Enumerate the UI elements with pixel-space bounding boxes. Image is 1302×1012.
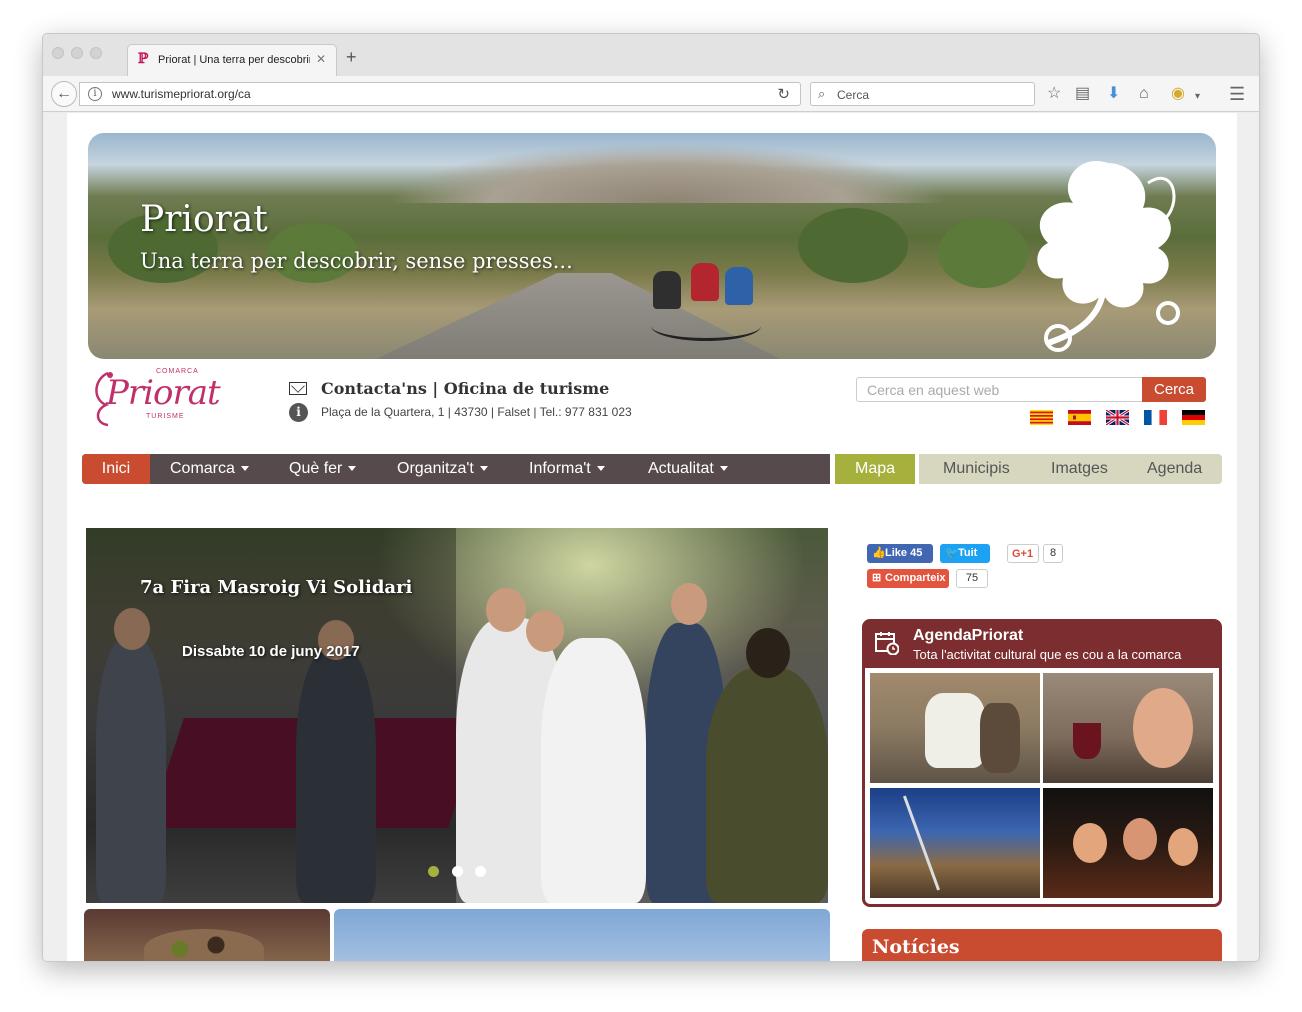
agenda-title: AgendaPriorat <box>913 627 1024 644</box>
main-navigation: Inici Comarca Què fer Organitza't Inform… <box>82 454 830 484</box>
banner-title: Priorat <box>140 199 268 240</box>
chevron-down-icon <box>719 466 728 472</box>
browser-search-input[interactable]: ⌕ Cerca <box>810 82 1035 106</box>
nav-informat[interactable]: Informa't <box>529 454 605 484</box>
logo-bottom-text: TURISME <box>146 413 185 420</box>
cyclists-image <box>651 263 763 353</box>
agenda-photo-horses[interactable] <box>870 673 1040 783</box>
nav-map-button[interactable]: Mapa <box>835 454 915 484</box>
contact-link[interactable]: Contacta'ns | Oficina de turisme <box>321 379 609 398</box>
facebook-like-button[interactable]: 👍 Like 45 <box>867 544 933 563</box>
nav-municipis[interactable]: Municipis <box>943 454 1010 484</box>
browser-window: ℙ Priorat | Una terra per descobrir, sen… <box>42 33 1260 962</box>
reload-icon[interactable]: ↻ <box>777 85 790 103</box>
feature-thumbnail-olives[interactable] <box>84 909 330 961</box>
agenda-photo-mountains[interactable] <box>870 788 1040 898</box>
nav-imatges[interactable]: Imatges <box>1051 454 1108 484</box>
bookmark-star-icon[interactable]: ☆ <box>1047 85 1061 103</box>
agenda-photo-theatre[interactable] <box>1043 788 1213 898</box>
extension-icon[interactable]: ◉ <box>1171 85 1185 103</box>
spanish-flag-icon[interactable] <box>1068 410 1091 425</box>
slider-dot-1[interactable] <box>428 866 439 877</box>
google-plus-count: 8 <box>1043 544 1063 563</box>
search-icon: ⌕ <box>818 86 826 101</box>
site-logo[interactable]: COMARCA Priorat TURISME <box>88 365 221 431</box>
navigation-toolbar: ← i www.turismepriorat.org/ca ↻ ⌕ Cerca … <box>43 76 1259 112</box>
home-icon[interactable]: ⌂ <box>1139 85 1149 103</box>
new-tab-button[interactable]: + <box>346 48 357 66</box>
page-viewport: Priorat Una terra per descobrir, sense p… <box>43 113 1259 961</box>
close-window-button[interactable] <box>52 47 64 59</box>
thumbs-up-icon: 👍 <box>872 547 886 559</box>
site-search-input[interactable] <box>856 377 1144 402</box>
chevron-down-icon <box>348 466 357 472</box>
mail-icon <box>289 382 307 395</box>
nav-home[interactable]: Inici <box>82 454 150 484</box>
agenda-photo-wine-tasting[interactable] <box>1043 673 1213 783</box>
reading-list-icon[interactable]: ▤ <box>1075 85 1090 103</box>
uk-flag-icon[interactable] <box>1106 410 1129 425</box>
slide-date: Dissabte 10 de juny 2017 <box>182 643 360 660</box>
chevron-down-icon <box>596 466 605 472</box>
address-bar[interactable]: i www.turismepriorat.org/ca ↻ <box>79 82 801 106</box>
nav-que-fer[interactable]: Què fer <box>289 454 357 484</box>
chevron-down-icon <box>479 466 488 472</box>
tab-title: Priorat | Una terra per descobrir, sense… <box>158 54 310 66</box>
secondary-navigation: Municipis Imatges Agenda <box>919 454 1222 484</box>
url-text[interactable]: www.turismepriorat.org/ca <box>112 87 251 101</box>
menu-icon[interactable]: ☰ <box>1229 85 1245 103</box>
nav-agenda[interactable]: Agenda <box>1147 454 1202 484</box>
slider-dot-2[interactable] <box>452 866 463 877</box>
tab-strip: ℙ Priorat | Una terra per descobrir, sen… <box>43 34 1259 76</box>
news-title: Notícies <box>872 936 960 958</box>
calendar-clock-icon <box>875 632 899 655</box>
agenda-photo-grid <box>865 668 1219 904</box>
browser-tab[interactable]: ℙ Priorat | Una terra per descobrir, sen… <box>127 44 337 76</box>
share-count: 75 <box>956 569 988 588</box>
close-tab-icon[interactable]: ✕ <box>316 52 326 66</box>
agenda-header[interactable]: AgendaPriorat Tota l'activitat cultural … <box>865 622 1219 668</box>
twitter-tweet-button[interactable]: 🐦 Tuit <box>940 544 990 563</box>
web-page: Priorat Una terra per descobrir, sense p… <box>67 113 1237 961</box>
featured-slider[interactable]: 7a Fira Masroig Vi Solidari Dissabte 10 … <box>86 528 828 903</box>
twitter-bird-icon: 🐦 <box>945 547 959 559</box>
slider-dot-3[interactable] <box>475 866 486 877</box>
hero-banner: Priorat Una terra per descobrir, sense p… <box>88 133 1216 359</box>
french-flag-icon[interactable] <box>1144 410 1167 425</box>
site-search-button[interactable]: Cerca <box>1142 377 1206 402</box>
contact-address: Plaça de la Quartera, 1 | 43730 | Falset… <box>321 405 632 419</box>
info-icon: i <box>289 403 308 422</box>
plus-square-icon: ⊞ <box>872 572 882 584</box>
site-search: Cerca <box>856 377 1206 402</box>
share-button[interactable]: ⊞ Comparteix <box>867 569 949 588</box>
chevron-down-icon <box>240 466 249 472</box>
extension-dropdown-icon[interactable]: ▾ <box>1195 88 1200 106</box>
german-flag-icon[interactable] <box>1182 410 1205 425</box>
logo-name: Priorat <box>106 373 221 413</box>
nav-organitzat[interactable]: Organitza't <box>397 454 488 484</box>
site-info-icon[interactable]: i <box>88 87 102 101</box>
agenda-widget: AgendaPriorat Tota l'activitat cultural … <box>862 619 1222 907</box>
maximize-window-button[interactable] <box>90 47 102 59</box>
slide-title[interactable]: 7a Fira Masroig Vi Solidari <box>140 577 412 598</box>
downloads-icon[interactable]: ⬇ <box>1107 85 1120 103</box>
feature-thumbnail-landscape[interactable] <box>334 909 830 961</box>
news-section-header[interactable]: Notícies <box>862 929 1222 961</box>
site-favicon-icon: ℙ <box>138 51 149 67</box>
back-button[interactable]: ← <box>51 81 77 107</box>
agenda-subtitle: Tota l'activitat cultural que es cou a l… <box>913 647 1182 662</box>
nav-comarca[interactable]: Comarca <box>170 454 249 484</box>
catalan-flag-icon[interactable] <box>1030 410 1053 425</box>
google-plus-button[interactable]: G+1 <box>1007 544 1039 563</box>
nav-actualitat[interactable]: Actualitat <box>648 454 728 484</box>
banner-subtitle: Una terra per descobrir, sense presses..… <box>140 249 573 273</box>
minimize-window-button[interactable] <box>71 47 83 59</box>
vine-leaf-ornament-icon <box>1037 161 1180 352</box>
